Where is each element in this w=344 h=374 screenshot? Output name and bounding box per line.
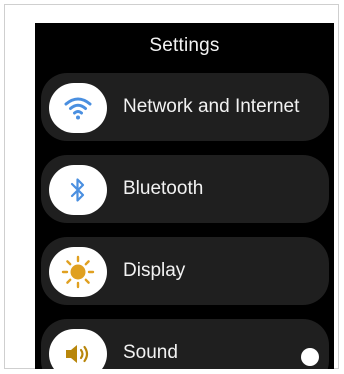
screenshot-frame: Settings Network and Internet Bluetooth — [4, 4, 339, 369]
settings-item-display[interactable]: Display — [41, 237, 329, 305]
settings-item-bluetooth[interactable]: Bluetooth — [41, 155, 329, 223]
settings-item-label: Sound — [123, 342, 178, 363]
watch-screen: Settings Network and Internet Bluetooth — [35, 23, 334, 369]
settings-item-label: Display — [123, 260, 186, 281]
sun-icon — [49, 247, 107, 297]
settings-item-label: Bluetooth — [123, 178, 204, 199]
speaker-icon — [49, 329, 107, 369]
settings-item-sound[interactable]: Sound — [41, 319, 329, 369]
settings-item-network[interactable]: Network and Internet — [41, 73, 329, 141]
page-title: Settings — [149, 35, 220, 56]
wifi-icon — [49, 83, 107, 133]
bluetooth-icon — [49, 165, 107, 215]
home-button[interactable] — [301, 348, 319, 366]
settings-item-label: Network and Internet — [123, 96, 300, 117]
